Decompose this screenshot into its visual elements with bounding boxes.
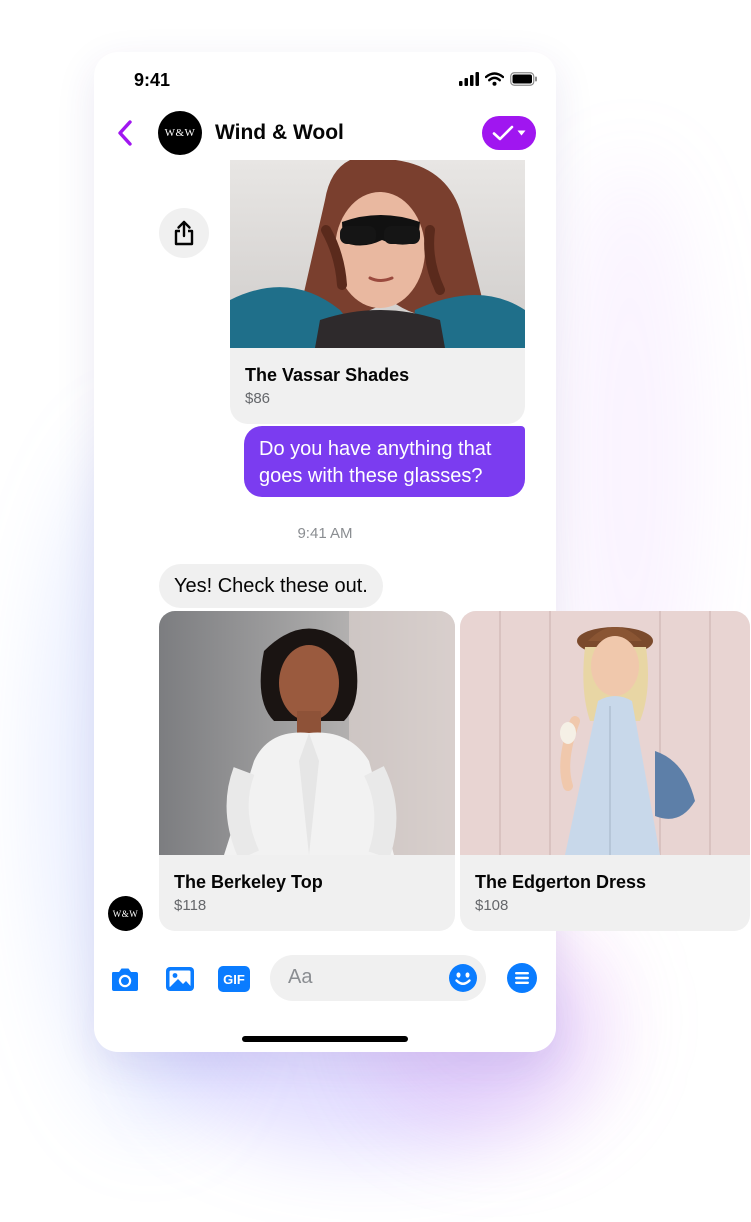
product-card-edgerton[interactable]: The Edgerton Dress $108	[460, 611, 750, 931]
battery-icon	[510, 72, 537, 86]
product-title: The Vassar Shades	[245, 365, 410, 385]
page-avatar[interactable]: W&W	[158, 111, 202, 155]
message-input-placeholder: Aa	[288, 966, 313, 988]
chevron-down-icon	[517, 130, 526, 136]
product-title: The Edgerton Dress	[475, 872, 647, 892]
menu-icon	[507, 963, 537, 993]
emoji-icon	[449, 964, 477, 992]
status-icons	[459, 72, 538, 86]
product-card-vassar[interactable]: The Vassar Shades $86	[230, 160, 525, 424]
wifi-icon	[485, 72, 504, 86]
share-button[interactable]	[159, 208, 209, 258]
product-title: The Berkeley Top	[174, 872, 323, 892]
product-price: $86	[245, 390, 271, 407]
gif-label: GIF	[223, 972, 245, 987]
back-button[interactable]	[114, 118, 136, 148]
done-button[interactable]	[482, 116, 536, 150]
signal-icon	[459, 72, 479, 86]
message-timestamp: 9:41 AM	[297, 525, 353, 542]
camera-button[interactable]	[108, 963, 142, 995]
gallery-button[interactable]	[163, 963, 197, 995]
emoji-button[interactable]	[448, 963, 478, 993]
gif-button[interactable]: GIF	[217, 963, 251, 995]
message-input[interactable]: Aa	[270, 955, 486, 1001]
product-image	[159, 611, 455, 855]
product-card-berkeley[interactable]: The Berkeley Top $118	[159, 611, 455, 931]
sender-avatar[interactable]: W&W	[108, 896, 143, 931]
gif-icon: GIF	[218, 966, 250, 992]
gallery-icon	[166, 967, 194, 991]
product-price: $108	[475, 897, 509, 914]
product-image	[230, 160, 525, 348]
share-icon	[174, 220, 194, 246]
product-image	[460, 611, 750, 855]
menu-button[interactable]	[506, 962, 538, 994]
home-indicator[interactable]	[242, 1036, 408, 1042]
product-price: $118	[174, 897, 207, 914]
incoming-message[interactable]: Yes! Check these out.	[159, 564, 383, 608]
page-title[interactable]: Wind & Wool	[215, 121, 344, 145]
outgoing-message[interactable]: Do you have anything that goes with thes…	[244, 426, 525, 497]
camera-icon	[112, 968, 138, 991]
checkmark-icon	[492, 125, 514, 141]
status-time: 9:41	[134, 70, 171, 90]
chevron-left-icon	[118, 120, 132, 146]
